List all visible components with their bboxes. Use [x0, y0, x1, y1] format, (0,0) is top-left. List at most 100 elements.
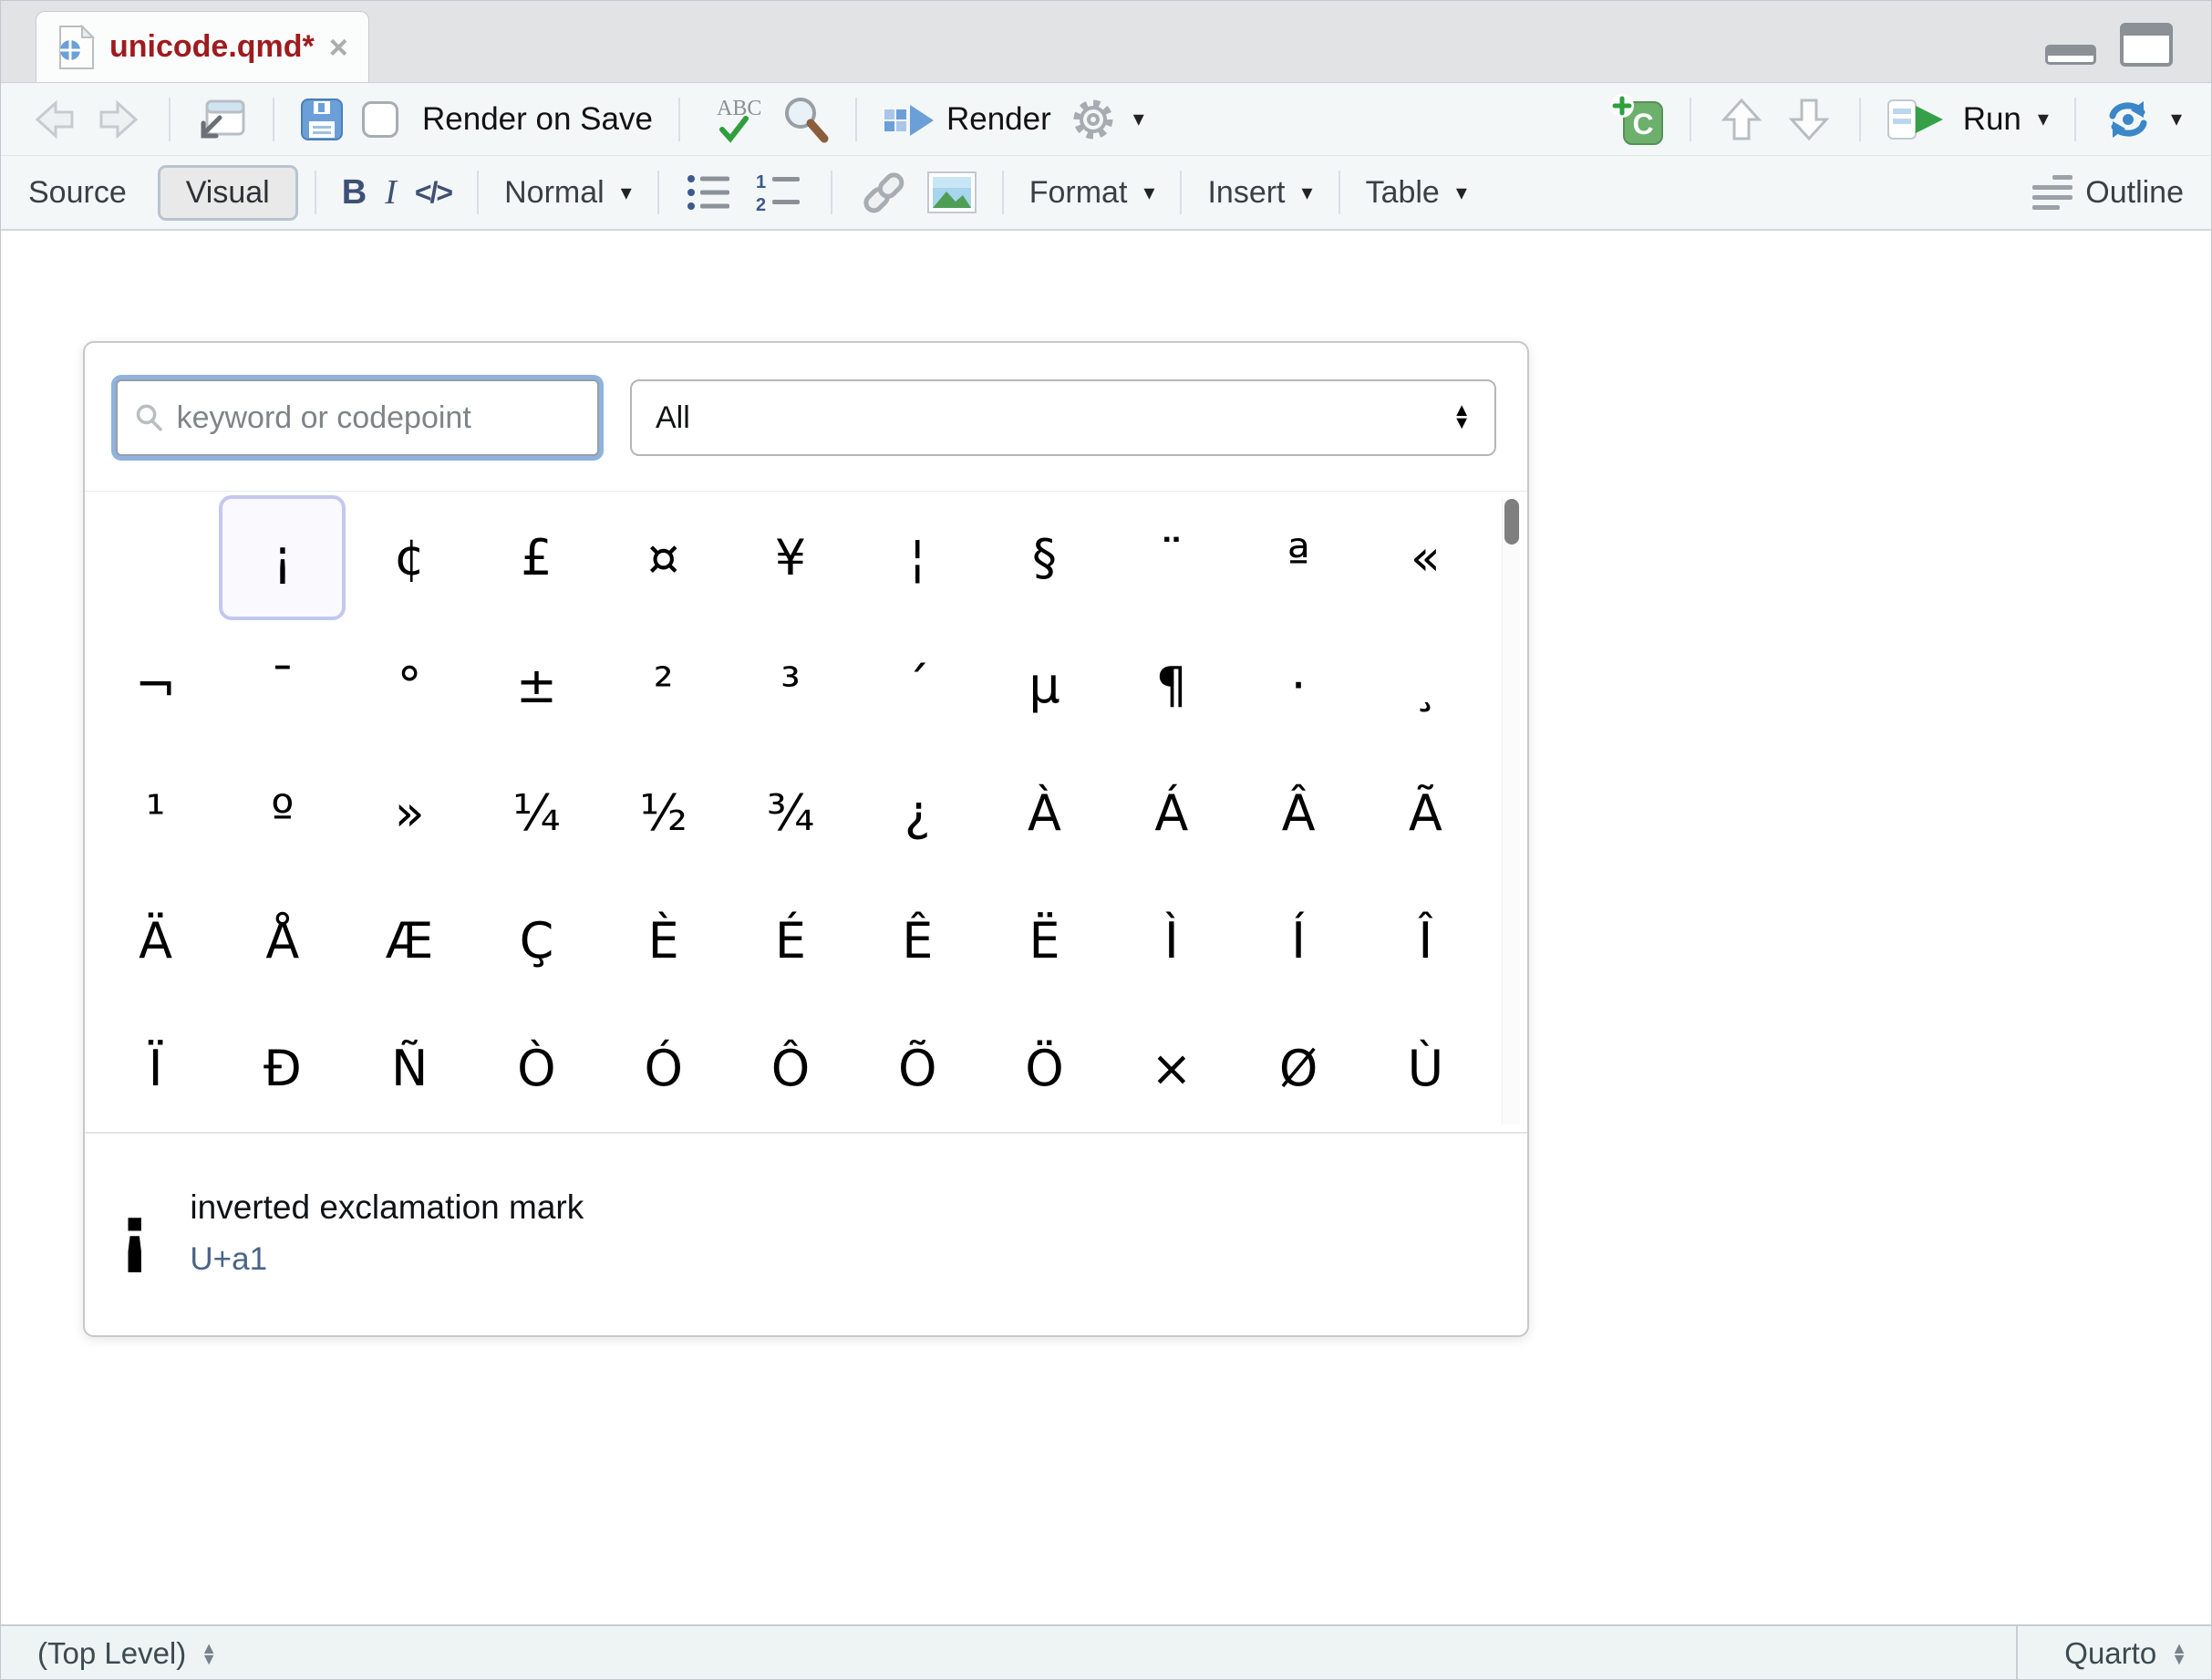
- bold-button[interactable]: B: [333, 173, 376, 213]
- grid-scrollbar[interactable]: [1502, 497, 1520, 1125]
- run-options-caret-icon[interactable]: ▾: [2038, 106, 2049, 132]
- char-cell[interactable]: Ò: [473, 1006, 600, 1131]
- char-cell[interactable]: Ð: [219, 1006, 346, 1131]
- forward-button[interactable]: [87, 99, 152, 140]
- maximize-pane-icon[interactable]: [2120, 23, 2173, 67]
- rerun-options-caret-icon[interactable]: ▾: [2171, 106, 2182, 132]
- char-cell[interactable]: ¶: [1108, 623, 1235, 748]
- char-cell[interactable]: Õ: [854, 1006, 981, 1131]
- code-button[interactable]: </>: [406, 176, 460, 210]
- char-cell[interactable]: Á: [1108, 751, 1235, 876]
- scope-selector[interactable]: (Top Level) ▲▼: [1, 1626, 2016, 1680]
- block-filter-select[interactable]: All ▲▼: [630, 379, 1496, 456]
- back-button[interactable]: [21, 99, 87, 140]
- go-next-section-button[interactable]: [1775, 95, 1843, 144]
- char-cell[interactable]: ·: [1235, 623, 1362, 748]
- char-cell[interactable]: °: [346, 623, 473, 748]
- char-cell[interactable]: Ã: [1362, 751, 1489, 876]
- char-cell[interactable]: µ: [981, 623, 1108, 748]
- char-cell[interactable]: Î: [1362, 878, 1489, 1003]
- char-cell[interactable]: ª: [1235, 495, 1362, 620]
- char-cell[interactable]: ¾: [727, 751, 853, 876]
- save-button[interactable]: [291, 98, 353, 141]
- visual-editor-canvas[interactable]: All ▲▼ ¡¢£¤¥¦§¨ª« ¬¯°±²³´µ¶·¸ ¹º»¼½¾¿ÀÁÂÃ Ä…: [1, 231, 2211, 1624]
- rerun-button[interactable]: ▾: [2093, 98, 2191, 141]
- char-cell[interactable]: Ä: [92, 878, 219, 1003]
- insert-menu[interactable]: Insert ▾: [1198, 175, 1321, 211]
- insert-link-button[interactable]: [849, 171, 918, 214]
- char-cell[interactable]: Ø: [1235, 1006, 1362, 1131]
- render-button[interactable]: Render: [873, 99, 1060, 140]
- insert-image-button[interactable]: [918, 171, 986, 213]
- source-mode-button[interactable]: Source: [28, 175, 127, 211]
- char-cell[interactable]: ´: [854, 623, 981, 748]
- char-cell[interactable]: º: [219, 751, 346, 876]
- char-cell[interactable]: Â: [1235, 751, 1362, 876]
- char-cell[interactable]: É: [727, 878, 853, 1003]
- codepoint-search-input[interactable]: [177, 400, 581, 436]
- char-cell[interactable]: ¯: [219, 623, 346, 748]
- char-cell[interactable]: Í: [1235, 878, 1362, 1003]
- char-cell[interactable]: ½: [600, 751, 727, 876]
- char-cell[interactable]: «: [1362, 495, 1489, 620]
- run-button[interactable]: Run ▾: [1877, 97, 2058, 142]
- char-cell[interactable]: ¬: [92, 623, 219, 748]
- italic-button[interactable]: I: [376, 172, 406, 213]
- char-cell[interactable]: ¥: [727, 495, 853, 620]
- char-cell[interactable]: ²: [600, 623, 727, 748]
- image-icon: [927, 171, 977, 213]
- window-controls: [2045, 23, 2173, 67]
- char-cell[interactable]: Æ: [346, 878, 473, 1003]
- char-cell[interactable]: Ê: [854, 878, 981, 1003]
- char-cell[interactable]: Ù: [1362, 1006, 1489, 1131]
- char-cell[interactable]: ¢: [346, 495, 473, 620]
- tab-unicode-qmd[interactable]: unicode.qmd* ×: [36, 11, 369, 82]
- render-on-save-toggle[interactable]: Render on Save: [353, 101, 662, 138]
- char-cell[interactable]: Ì: [1108, 878, 1235, 1003]
- char-cell[interactable]: £: [473, 495, 600, 620]
- format-menu[interactable]: Format ▾: [1020, 175, 1164, 211]
- char-cell[interactable]: »: [346, 751, 473, 876]
- char-cell[interactable]: Ï: [92, 1006, 219, 1131]
- tab-close-icon[interactable]: ×: [329, 31, 348, 64]
- grid-scrollbar-thumb[interactable]: [1504, 499, 1519, 544]
- numbered-list-button[interactable]: 1 2: [745, 171, 814, 213]
- bullet-list-button[interactable]: [676, 171, 745, 213]
- char-cell[interactable]: ×: [1108, 1006, 1235, 1131]
- char-cell[interactable]: Å: [219, 878, 346, 1003]
- char-cell[interactable]: Ë: [981, 878, 1108, 1003]
- char-cell[interactable]: §: [981, 495, 1108, 620]
- minimize-pane-icon[interactable]: [2045, 45, 2096, 65]
- char-cell[interactable]: ¹: [92, 751, 219, 876]
- char-cell[interactable]: È: [600, 878, 727, 1003]
- char-cell[interactable]: ¦: [854, 495, 981, 620]
- spellcheck-button[interactable]: ABC: [697, 95, 771, 144]
- open-in-new-window-button[interactable]: [187, 96, 256, 143]
- insert-chunk-button[interactable]: C: [1600, 93, 1673, 146]
- outline-toggle[interactable]: Outline: [2031, 173, 2184, 212]
- char-cell[interactable]: Ö: [981, 1006, 1108, 1131]
- render-options-button[interactable]: ▾: [1060, 96, 1153, 143]
- char-cell[interactable]: Ô: [727, 1006, 853, 1131]
- char-cell[interactable]: ¸: [1362, 623, 1489, 748]
- char-cell[interactable]: ±: [473, 623, 600, 748]
- doc-type-selector[interactable]: Quarto ▲▼: [2016, 1626, 2211, 1680]
- char-cell[interactable]: ³: [727, 623, 853, 748]
- char-cell[interactable]: À: [981, 751, 1108, 876]
- char-cell[interactable]: ¤: [600, 495, 727, 620]
- char-cell[interactable]: Ç: [473, 878, 600, 1003]
- char-cell[interactable]: [92, 495, 219, 620]
- search-icon: [780, 95, 830, 144]
- char-cell[interactable]: ¿: [854, 751, 981, 876]
- render-on-save-checkbox[interactable]: [362, 101, 398, 138]
- char-cell[interactable]: ¼: [473, 751, 600, 876]
- visual-mode-button[interactable]: Visual: [158, 165, 298, 221]
- char-cell[interactable]: Ó: [600, 1006, 727, 1131]
- paragraph-style-dropdown[interactable]: Normal ▾: [495, 175, 641, 211]
- find-replace-button[interactable]: [771, 95, 839, 144]
- char-cell[interactable]: ¨: [1108, 495, 1235, 620]
- go-previous-section-button[interactable]: [1708, 95, 1775, 144]
- char-cell[interactable]: Ñ: [346, 1006, 473, 1131]
- char-cell[interactable]: ¡: [219, 495, 346, 620]
- table-menu[interactable]: Table ▾: [1357, 175, 1476, 211]
